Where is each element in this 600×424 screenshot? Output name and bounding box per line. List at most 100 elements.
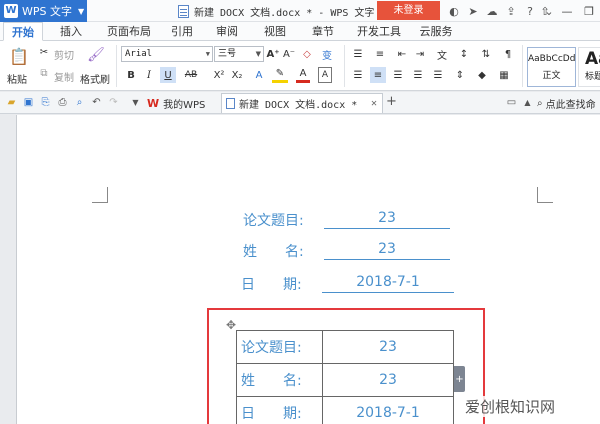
tab-home[interactable]: 开始 [3,22,43,41]
scissors-icon[interactable]: ✂ [38,46,50,58]
save-icon[interactable]: ▣ [21,95,36,110]
paste-icon[interactable]: 📋 [8,45,30,67]
font-color-icon[interactable]: A [296,67,310,83]
font-size-select[interactable]: 三号 ▼ [214,46,264,62]
upload-icon[interactable]: ⇧ [534,0,556,22]
form-table[interactable]: 论文题目: 23 姓 名: 23 日 期: 2018-7-1 [236,330,454,424]
add-column-button[interactable]: + [454,366,465,392]
bullet-list-icon[interactable]: ☰ [350,46,366,62]
maximize-icon[interactable]: ❐ [578,0,600,22]
paste-button[interactable]: 粘贴 [7,71,27,86]
table-cell-value[interactable]: 23 [322,330,454,364]
cut-button[interactable]: 剪切 [54,47,74,62]
tab-chapter[interactable]: 章节 [310,22,336,41]
field-value-title[interactable]: 23 [324,210,450,229]
table-row: 论文题目: 23 [236,330,454,364]
chevron-up-icon[interactable]: ▲ [520,95,535,110]
print-icon[interactable]: ⎙ [55,95,70,110]
copy-button[interactable]: 复制 [54,69,74,84]
table-cell-value[interactable]: 2018-7-1 [322,396,454,424]
export-pdf-icon[interactable]: ⎘ [38,95,53,110]
shading-icon[interactable]: ◆ [474,67,490,83]
tab-current-document-label: 新建 DOCX 文档.docx * [239,100,358,111]
align-right-icon[interactable]: ☰ [390,67,406,83]
tab-references[interactable]: 引用 [170,22,194,41]
title-bar: W WPS 文字 ▼ 新建 DOCX 文档.docx * - WPS 文字 未登… [0,0,600,22]
document-page[interactable]: 论文题目: 23 姓 名: 23 日 期: 2018-7-1 ✥ 论文题目: 2… [16,115,600,424]
style-normal-sample: AaBbCcDd [528,54,576,64]
close-icon[interactable]: ✕ [371,98,377,109]
text-effect-icon[interactable]: A [252,67,266,83]
align-center-icon[interactable]: ≡ [370,67,386,83]
table-move-handle-icon[interactable]: ✥ [226,318,236,332]
undo-icon[interactable]: ↶ [89,95,104,110]
subscript-icon[interactable]: X₂ [230,67,244,83]
tab-cloud-service[interactable]: 云服务 [416,22,456,41]
bold-icon[interactable]: B [124,67,138,83]
tab-review[interactable]: 审阅 [214,22,240,41]
line-spacing-menu-icon[interactable]: ⇕ [452,67,468,83]
document-canvas[interactable]: 论文题目: 23 姓 名: 23 日 期: 2018-7-1 ✥ 论文题目: 2… [0,115,600,424]
watermark-text: 爱创根知识网 [462,396,559,417]
field-value-date[interactable]: 2018-7-1 [322,274,454,293]
tab-current-document[interactable]: 新建 DOCX 文档.docx * ✕ [221,93,383,113]
cloud-icon[interactable]: ☁ [484,3,500,19]
superscript-icon[interactable]: X² [212,67,226,83]
increase-indent-icon[interactable]: ⇥ [412,46,428,62]
sort-icon[interactable]: ⇅ [478,46,494,62]
find-command-box[interactable]: ⌕ 点此查找命 [537,95,596,111]
align-left-icon[interactable]: ☰ [350,67,366,83]
clear-format-icon[interactable]: ◇ [300,46,314,62]
table-cell-label[interactable]: 论文题目: [236,330,323,364]
tab-page-layout[interactable]: 页面布局 [103,22,155,41]
feedback-icon[interactable]: ▭ [504,95,519,110]
window-title-text: 新建 DOCX 文档.docx * - WPS 文字 [194,7,375,19]
chevron-down-icon[interactable]: ▼ [128,95,143,110]
phonetic-icon[interactable]: 变 [320,46,334,62]
strikethrough-icon[interactable]: AB [182,67,200,83]
justify-icon[interactable]: ☰ [410,67,426,83]
divider [116,45,117,87]
tab-insert[interactable]: 插入 [56,22,86,41]
shrink-font-icon[interactable]: A⁻ [282,46,296,62]
margin-marker-top-left [92,187,108,203]
format-painter-icon[interactable]: 🖌 [86,45,106,65]
show-marks-icon[interactable]: ¶ [500,46,516,62]
print-preview-icon[interactable]: ⌕ [72,95,87,110]
field-value-name[interactable]: 23 [324,241,450,260]
app-menu-button[interactable]: W WPS 文字 ▼ [0,0,87,22]
table-cell-label[interactable]: 日 期: [236,396,323,424]
format-painter-button[interactable]: 格式刷 [80,71,110,86]
tab-my-wps[interactable]: W 我的WPS [143,93,221,113]
char-border-icon[interactable]: A [318,67,332,83]
send-icon[interactable]: ➤ [465,3,481,19]
underline-icon[interactable]: U [160,67,176,83]
border-icon[interactable]: ▦ [496,67,512,83]
italic-icon[interactable]: I [142,67,156,83]
new-tab-button[interactable]: + [386,94,397,109]
table-cell-value[interactable]: 23 [322,363,454,397]
copy-icon[interactable]: ⧉ [38,67,50,79]
highlight-icon[interactable]: ✎ [272,67,288,83]
window-title: 新建 DOCX 文档.docx * - WPS 文字 [178,0,374,22]
grow-font-icon[interactable]: A⁺ [266,46,280,62]
font-name-select[interactable]: Arial ▼ [121,46,213,62]
decrease-indent-icon[interactable]: ⇤ [394,46,410,62]
line-spacing-icon[interactable]: ↕ [456,46,472,62]
table-cell-label[interactable]: 姓 名: [236,363,323,397]
skin-icon[interactable]: ◐ [446,3,462,19]
share-icon[interactable]: ⇪ [503,3,519,19]
open-folder-icon[interactable]: ▰ [4,95,19,110]
chinese-layout-icon[interactable]: 文 [434,46,450,62]
redo-icon[interactable]: ↷ [106,95,121,110]
style-normal[interactable]: AaBbCcDd 正文 [527,47,576,87]
minimize-icon[interactable]: — [556,0,578,22]
login-button[interactable]: 未登录 [377,1,440,20]
tab-developer[interactable]: 开发工具 [353,22,405,41]
numbered-list-icon[interactable]: ≡ [372,46,388,62]
distribute-icon[interactable]: ☰ [430,67,446,83]
tab-view[interactable]: 视图 [262,22,288,41]
document-icon [226,98,235,109]
style-heading[interactable]: Aa 标题 [578,47,600,87]
ribbon: 📋 粘贴 ✂ 剪切 ⧉ 复制 🖌 格式刷 Arial ▼ 三号 ▼ A⁺ A⁻ … [0,41,600,91]
